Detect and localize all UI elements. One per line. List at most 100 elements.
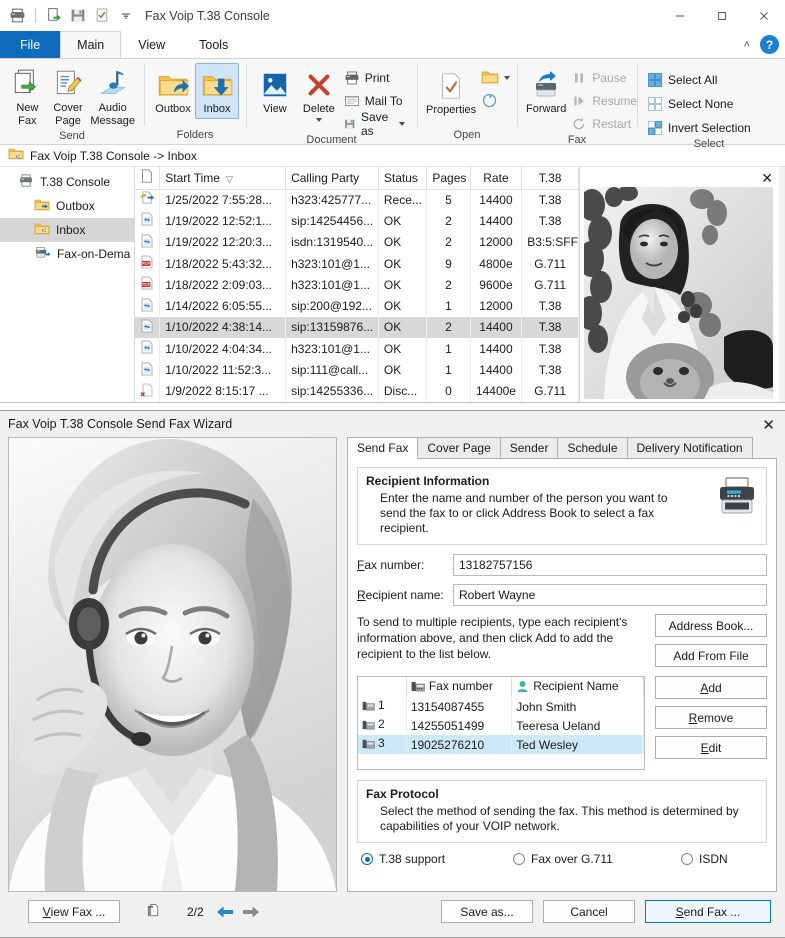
- column-header-start-time[interactable]: Start Time▽: [160, 167, 286, 189]
- tree-item-fax-on-demand[interactable]: Fax-on-Dema: [0, 242, 134, 266]
- recipient-list[interactable]: Fax number Recipient Name: [357, 676, 645, 770]
- cover-page-button[interactable]: Cover Page: [48, 62, 89, 130]
- edit-button[interactable]: Edit: [655, 736, 767, 759]
- new-fax-button[interactable]: New Fax: [7, 62, 48, 130]
- preview-close-icon[interactable]: ✕: [761, 170, 773, 187]
- recipient-name: Ted Wesley: [512, 735, 644, 754]
- quick-access-toolbar: [0, 7, 135, 25]
- recipient-name-input[interactable]: [453, 584, 767, 606]
- table-row[interactable]: 1/19/2022 12:20:3... isdn:1319540... OK …: [135, 232, 579, 253]
- tree-item-label: Inbox: [56, 223, 85, 237]
- select-all-button[interactable]: Select All: [644, 69, 756, 90]
- table-row[interactable]: PDF 1/18/2022 5:43:32... h323:101@1... O…: [135, 253, 579, 274]
- tree-item-outbox[interactable]: Outbox: [0, 194, 134, 218]
- list-scrollbar[interactable]: [779, 167, 785, 402]
- tree-item-label: Fax-on-Dema: [57, 247, 130, 261]
- list-item[interactable]: 2 14255051499 Teeresa Ueland: [358, 716, 644, 735]
- table-row[interactable]: 1/19/2022 12:52:1... sip:14254456... OK …: [135, 210, 579, 231]
- next-page-icon[interactable]: [242, 904, 260, 920]
- qat-dropdown-icon[interactable]: [117, 7, 135, 25]
- column-header-calling-party[interactable]: Calling Party: [286, 167, 379, 189]
- mail-to-button[interactable]: Mail To: [341, 90, 410, 111]
- table-row[interactable]: 1/10/2022 11:52:3... sip:111@call... OK …: [135, 359, 579, 380]
- tab-schedule[interactable]: Schedule: [557, 437, 627, 458]
- address-book-button[interactable]: Address Book...: [655, 614, 767, 637]
- recipient-column-name[interactable]: Recipient Name: [512, 677, 644, 697]
- delete-dropdown-icon[interactable]: [316, 118, 322, 122]
- print-button[interactable]: Print: [341, 67, 410, 88]
- new-fax-icon[interactable]: [45, 7, 63, 25]
- save-as-button[interactable]: Save as...: [441, 900, 533, 923]
- minimize-button[interactable]: [659, 0, 701, 31]
- wizard-close-icon[interactable]: ✕: [762, 416, 775, 434]
- remove-button[interactable]: Remove: [655, 706, 767, 729]
- send-fax-button[interactable]: Send Fax ...: [645, 900, 771, 923]
- wizard-title: Fax Voip T.38 Console Send Fax Wizard: [8, 417, 232, 431]
- printer-icon[interactable]: [8, 7, 26, 25]
- table-row[interactable]: 1/10/2022 4:04:34... h323:101@1... OK 1 …: [135, 338, 579, 359]
- outbox-button[interactable]: Outbox: [151, 63, 195, 119]
- maximize-button[interactable]: [701, 0, 743, 31]
- close-button[interactable]: [743, 0, 785, 31]
- column-header-status[interactable]: Status: [378, 167, 426, 189]
- cell-calling-party: h323:101@1...: [286, 338, 379, 359]
- view-button[interactable]: View: [253, 63, 297, 119]
- select-none-button[interactable]: Select None: [644, 93, 756, 114]
- tree-item-t38-console[interactable]: T.38 Console: [0, 170, 134, 194]
- tree-item-inbox[interactable]: Inbox: [0, 218, 134, 242]
- save-as-dropdown-icon[interactable]: [399, 122, 405, 126]
- column-header-icon[interactable]: [135, 167, 160, 189]
- folder-in-icon: [34, 222, 50, 239]
- radio-t38-support[interactable]: T.38 support: [361, 852, 513, 866]
- ribbon-tab-file[interactable]: File: [0, 31, 60, 58]
- table-row[interactable]: 1/25/2022 7:55:28... h323:425777... Rece…: [135, 189, 579, 210]
- table-row[interactable]: 1/10/2022 4:38:14... sip:13159876... OK …: [135, 317, 579, 338]
- document-small-buttons: Print Mail To Save as: [341, 63, 410, 134]
- inbox-button[interactable]: Inbox: [195, 63, 239, 119]
- open-folder-button[interactable]: [478, 67, 515, 88]
- properties-button[interactable]: Properties: [424, 64, 478, 120]
- column-header-pages[interactable]: Pages: [427, 167, 470, 189]
- save-icon[interactable]: [69, 7, 87, 25]
- view-fax-button[interactable]: View Fax ...: [28, 900, 120, 923]
- recipient-column-fax-number[interactable]: Fax number: [406, 677, 511, 697]
- ribbon-tab-view[interactable]: View: [121, 31, 182, 58]
- properties-icon[interactable]: [93, 7, 111, 25]
- radio-fax-over-g711[interactable]: Fax over G.711: [513, 852, 681, 866]
- restart-button[interactable]: Restart: [568, 113, 642, 134]
- column-header-rate[interactable]: Rate: [470, 167, 522, 189]
- column-header-t38[interactable]: T.38: [522, 167, 579, 189]
- table-row[interactable]: PDF 1/18/2022 2:09:03... h323:101@1... O…: [135, 274, 579, 295]
- tab-delivery-notification[interactable]: Delivery Notification: [627, 437, 753, 458]
- previous-page-icon[interactable]: [216, 904, 234, 920]
- tab-sender[interactable]: Sender: [500, 437, 559, 458]
- add-button[interactable]: Add: [655, 676, 767, 699]
- add-from-file-button[interactable]: Add From File: [655, 644, 767, 667]
- forward-button[interactable]: Forward: [524, 63, 568, 119]
- ribbon-tab-tools[interactable]: Tools: [182, 31, 245, 58]
- recipient-fax-number: 13154087455: [406, 697, 511, 716]
- table-row[interactable]: 1/9/2022 8:15:17 ... sip:14255336... Dis…: [135, 381, 579, 402]
- pause-button[interactable]: Pause: [568, 67, 642, 88]
- help-icon[interactable]: ?: [760, 35, 779, 54]
- ribbon-tab-main[interactable]: Main: [60, 31, 121, 58]
- list-item[interactable]: 3 19025276210 Ted Wesley: [358, 735, 644, 754]
- tab-send-fax[interactable]: Send Fax: [347, 437, 418, 459]
- audio-message-button[interactable]: Audio Message: [88, 62, 137, 130]
- fax-number-input[interactable]: [453, 554, 767, 576]
- cell-pages: 1: [427, 338, 470, 359]
- open-folder-dropdown-icon[interactable]: [504, 76, 510, 80]
- tab-cover-page[interactable]: Cover Page: [417, 437, 500, 458]
- cancel-button[interactable]: Cancel: [543, 900, 635, 923]
- cell-status: OK: [378, 338, 426, 359]
- resume-button[interactable]: Resume: [568, 90, 642, 111]
- refresh-button[interactable]: [478, 90, 515, 111]
- table-row[interactable]: 1/14/2022 6:05:55... sip:200@192... OK 1…: [135, 295, 579, 316]
- list-item[interactable]: 1 13154087455 John Smith: [358, 697, 644, 716]
- delete-button[interactable]: Delete: [297, 63, 341, 125]
- inbox-label: Inbox: [204, 104, 231, 116]
- collapse-ribbon-icon[interactable]: ˄: [744, 39, 750, 51]
- radio-isdn[interactable]: ISDN: [681, 852, 728, 866]
- invert-selection-button[interactable]: Invert Selection: [644, 117, 756, 138]
- save-as-button[interactable]: Save as: [341, 113, 410, 134]
